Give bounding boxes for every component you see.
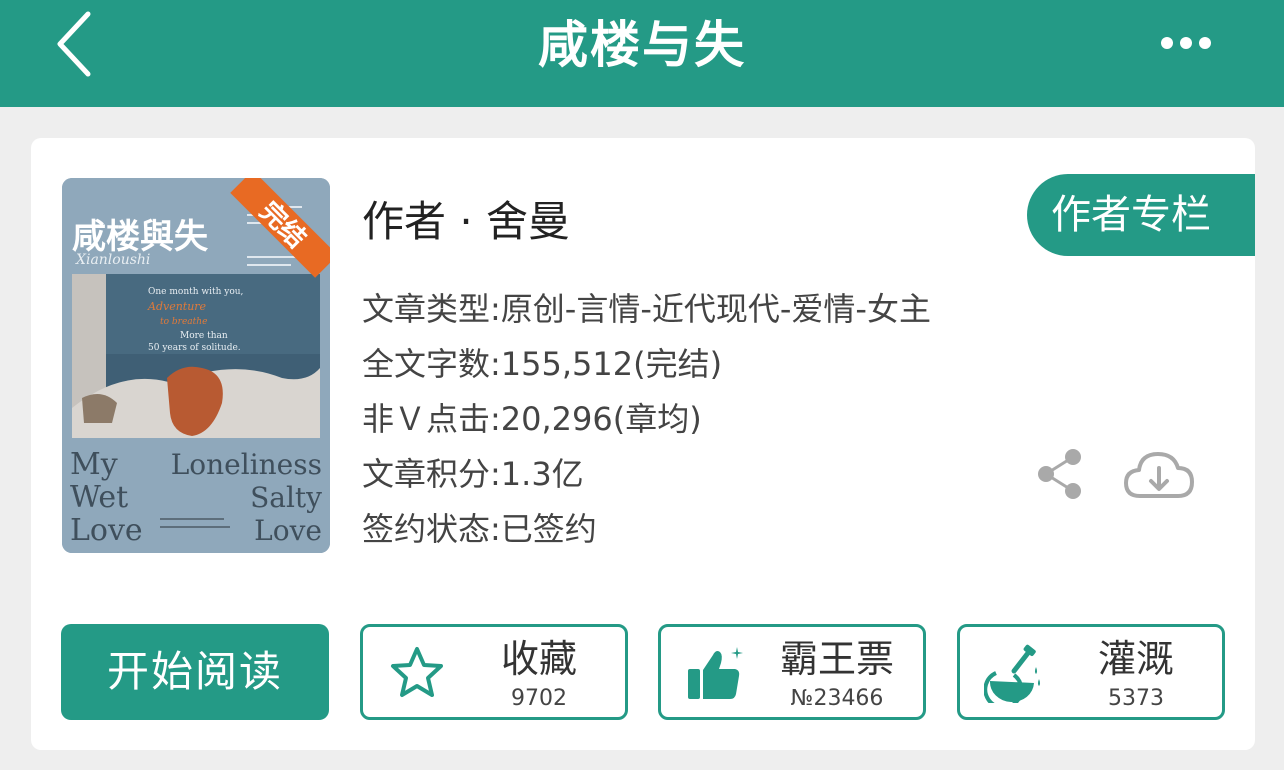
top-bar: 咸楼与失 [0,0,1284,107]
cover-caption-4: More than [180,331,228,341]
vote-label: 霸王票 [779,637,894,681]
favorite-count: 9702 [511,686,567,711]
page-title: 咸楼与失 [538,16,746,74]
cover-right-word-1: Loneliness [171,448,322,481]
cover-caption-3: to breathe [160,317,207,327]
cover-right-word-3: Love [254,514,322,547]
cloud-download-icon[interactable] [1122,446,1196,502]
thumbs-up-icon [688,647,743,699]
book-info-list: 文章类型:原创-言情-近代现代-爱情-女主 全文字数:155,512(完结) 非… [362,286,931,561]
vote-button[interactable]: 霸王票 №23466 [658,624,926,720]
cover-left-word-3: Love [70,513,143,548]
author-name: 作者 · 舍曼 [362,197,571,246]
cover-right-word-2: Salty [250,481,322,514]
author-column-button[interactable]: 作者专栏 [1027,174,1255,256]
water-label: 灌溉 [1097,637,1174,681]
info-contract: 签约状态:已签约 [362,510,597,548]
cover-left-word-1: My [70,447,118,482]
watering-flask-icon [984,644,1040,703]
book-cover-art: 咸楼與失 Xianloushi One month with you, Adve… [62,178,330,553]
cover-caption-5: 50 years of solitude. [148,343,241,353]
more-options-icon[interactable] [1158,30,1214,56]
info-word-count: 全文字数:155,512(完结) [362,345,723,383]
info-genre: 文章类型:原创-言情-近代现代-爱情-女主 [362,290,931,328]
favorite-label: 收藏 [500,637,577,681]
cover-caption-2: Adventure [147,300,207,313]
favorite-button[interactable]: 收藏 9702 [360,624,628,720]
water-button[interactable]: 灌溉 5373 [957,624,1225,720]
book-info-card: 咸楼與失 Xianloushi One month with you, Adve… [31,138,1255,750]
start-reading-button[interactable]: 开始阅读 [61,624,329,720]
share-icon[interactable] [1034,446,1084,502]
cover-title: 咸楼與失 [72,217,209,257]
water-count: 5373 [1108,686,1164,711]
vote-count: №23466 [790,686,884,711]
cover-pinyin: Xianloushi [75,252,150,268]
book-cover[interactable]: 咸楼與失 Xianloushi One month with you, Adve… [62,178,330,553]
star-icon [391,647,443,697]
cover-caption-1: One month with you, [148,287,243,297]
info-score: 文章积分:1.3亿 [362,455,584,493]
info-clicks: 非Ｖ点击:20,296(章均) [362,400,702,438]
cover-left-word-2: Wet [70,480,128,515]
